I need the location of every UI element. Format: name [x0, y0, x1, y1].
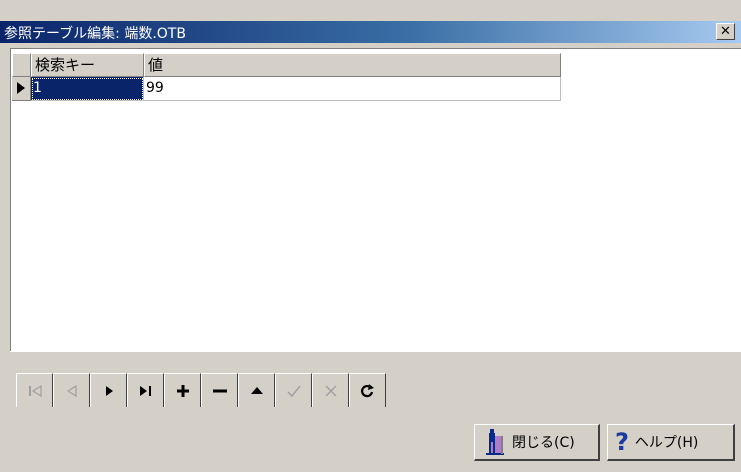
table-grid[interactable]: 検索キー 値 1 99 — [10, 48, 741, 351]
close-button[interactable]: 閉じる(C) — [474, 424, 600, 461]
cancel-x-icon — [324, 384, 337, 397]
next-record-icon — [105, 385, 113, 396]
insert-record-button[interactable] — [164, 373, 201, 408]
dialog-footer: 閉じる(C) ? ヘルプ(H) — [0, 407, 741, 472]
row-indicator-header — [12, 53, 31, 77]
first-record-icon — [28, 384, 42, 397]
first-record-button[interactable] — [16, 373, 53, 408]
last-record-button[interactable] — [127, 373, 164, 408]
refresh-data-button[interactable] — [349, 373, 386, 408]
close-window-button[interactable]: ✕ — [716, 23, 735, 40]
help-question-icon: ? — [615, 428, 629, 456]
help-button-label: ヘルプ(H) — [634, 435, 699, 451]
next-record-button[interactable] — [90, 373, 127, 408]
title-bar: 参照テーブル編集: 端数.OTB ✕ — [0, 21, 741, 43]
cell-value[interactable]: 99 — [144, 77, 561, 101]
column-header-value[interactable]: 値 — [144, 53, 561, 77]
close-icon: ✕ — [720, 24, 731, 39]
record-navigator — [10, 351, 741, 408]
edit-triangle-icon — [250, 386, 263, 394]
cell-key[interactable]: 1 — [31, 77, 144, 101]
column-header-key[interactable]: 検索キー — [31, 53, 144, 77]
close-button-label: 閉じる(C) — [512, 435, 575, 451]
row-indicator[interactable] — [12, 77, 31, 101]
checkmark-icon — [286, 385, 301, 397]
delete-record-button[interactable] — [201, 373, 238, 408]
window-title: 参照テーブル編集: 端数.OTB — [4, 26, 186, 42]
exit-door-icon — [486, 429, 504, 455]
prior-record-icon — [66, 384, 77, 397]
current-row-arrow-icon — [17, 82, 25, 94]
last-record-icon — [139, 385, 151, 396]
minus-icon — [212, 389, 227, 392]
cancel-edit-button[interactable] — [312, 373, 349, 408]
prior-record-button[interactable] — [53, 373, 90, 408]
refresh-icon — [360, 383, 374, 397]
help-button[interactable]: ? ヘルプ(H) — [607, 424, 735, 461]
plus-icon — [176, 384, 189, 397]
post-record-button[interactable] — [275, 373, 312, 408]
edit-record-button[interactable] — [238, 373, 275, 408]
